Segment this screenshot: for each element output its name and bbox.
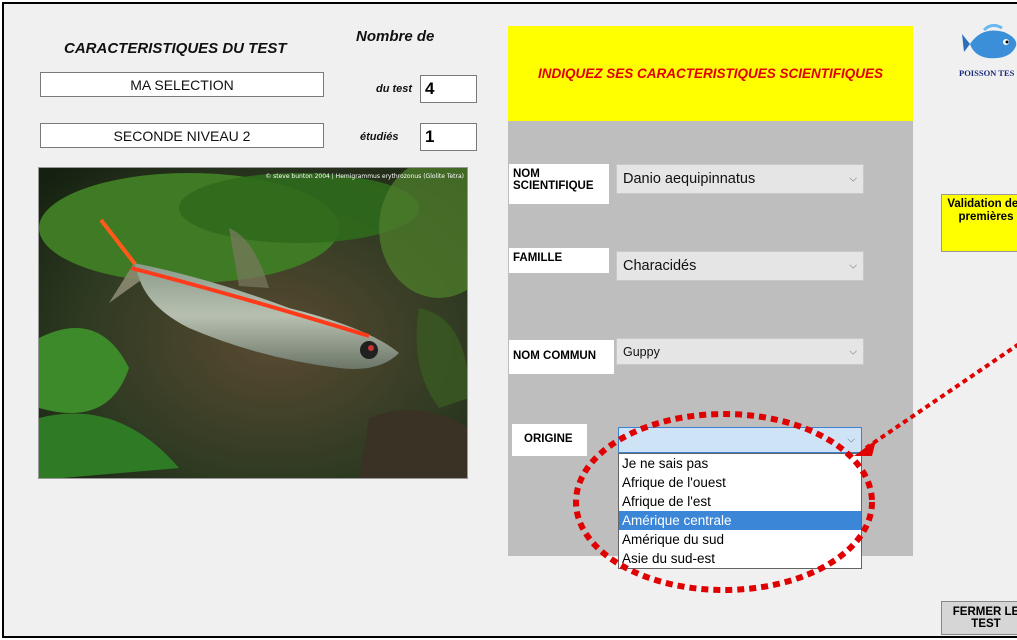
application-window: CARACTERISTIQUES DU TEST Nombre de MA SE… (2, 2, 1017, 638)
highlight-ellipse (573, 411, 875, 593)
arrow-head-icon (854, 440, 876, 456)
arrow-line (864, 342, 1017, 450)
annotation-overlay (573, 342, 1017, 593)
